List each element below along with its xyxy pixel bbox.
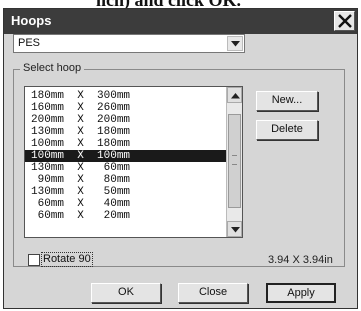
close-button[interactable]: Close [178,283,248,303]
close-window-button[interactable] [334,11,355,31]
rotate-90-label[interactable]: Rotate 90 [41,252,93,267]
hoop-list-item[interactable]: 200mm X 200mm [25,114,226,126]
delete-hoop-button[interactable]: Delete [256,120,318,140]
dialog-title: Hoops [11,13,52,28]
hoop-list-item[interactable]: 130mm X 60mm [25,162,226,174]
title-bar[interactable]: Hoops [4,9,357,34]
select-hoop-group-label: Select hoop [20,62,85,74]
scroll-grip-icon [232,155,237,165]
scroll-up-button[interactable] [227,87,242,103]
hoop-list-scrollbar[interactable] [226,87,242,237]
hoop-list-item[interactable]: 160mm X 260mm [25,102,226,114]
rotate-90-checkbox[interactable] [28,254,40,266]
hoop-list[interactable]: 180mm X 300mm 160mm X 260mm 200mm X 200mm 1… [24,86,243,238]
chevron-down-icon [231,41,240,47]
format-select-value: PES [18,37,41,49]
hoop-list-item[interactable]: 90mm X 80mm [25,174,226,186]
scroll-down-button[interactable] [227,221,242,237]
format-select-dropdown-button[interactable] [227,36,243,51]
hoop-list-item[interactable]: 100mm X 100mm [25,150,226,162]
hoop-list-item[interactable]: 180mm X 300mm [25,90,226,102]
hoop-list-item[interactable]: 60mm X 40mm [25,198,226,210]
new-hoop-button[interactable]: New... [256,91,318,111]
hoop-list-item[interactable]: 130mm X 180mm [25,126,226,138]
hoop-list-item[interactable]: 130mm X 50mm [25,186,226,198]
chevron-down-icon [231,227,240,233]
hoop-dimensions-readout: 3.94 X 3.94in [268,254,333,266]
ok-button[interactable]: OK [91,283,161,303]
close-icon [338,14,352,28]
apply-button[interactable]: Apply [266,283,336,303]
format-select[interactable]: PES [13,34,245,53]
hoop-list-item[interactable]: 60mm X 20mm [25,210,226,222]
chevron-up-icon [231,93,240,99]
scroll-thumb[interactable] [228,114,241,208]
hoop-list-items: 180mm X 300mm 160mm X 260mm 200mm X 200mm 1… [25,90,226,222]
hoop-list-item[interactable]: 100mm X 180mm [25,138,226,150]
